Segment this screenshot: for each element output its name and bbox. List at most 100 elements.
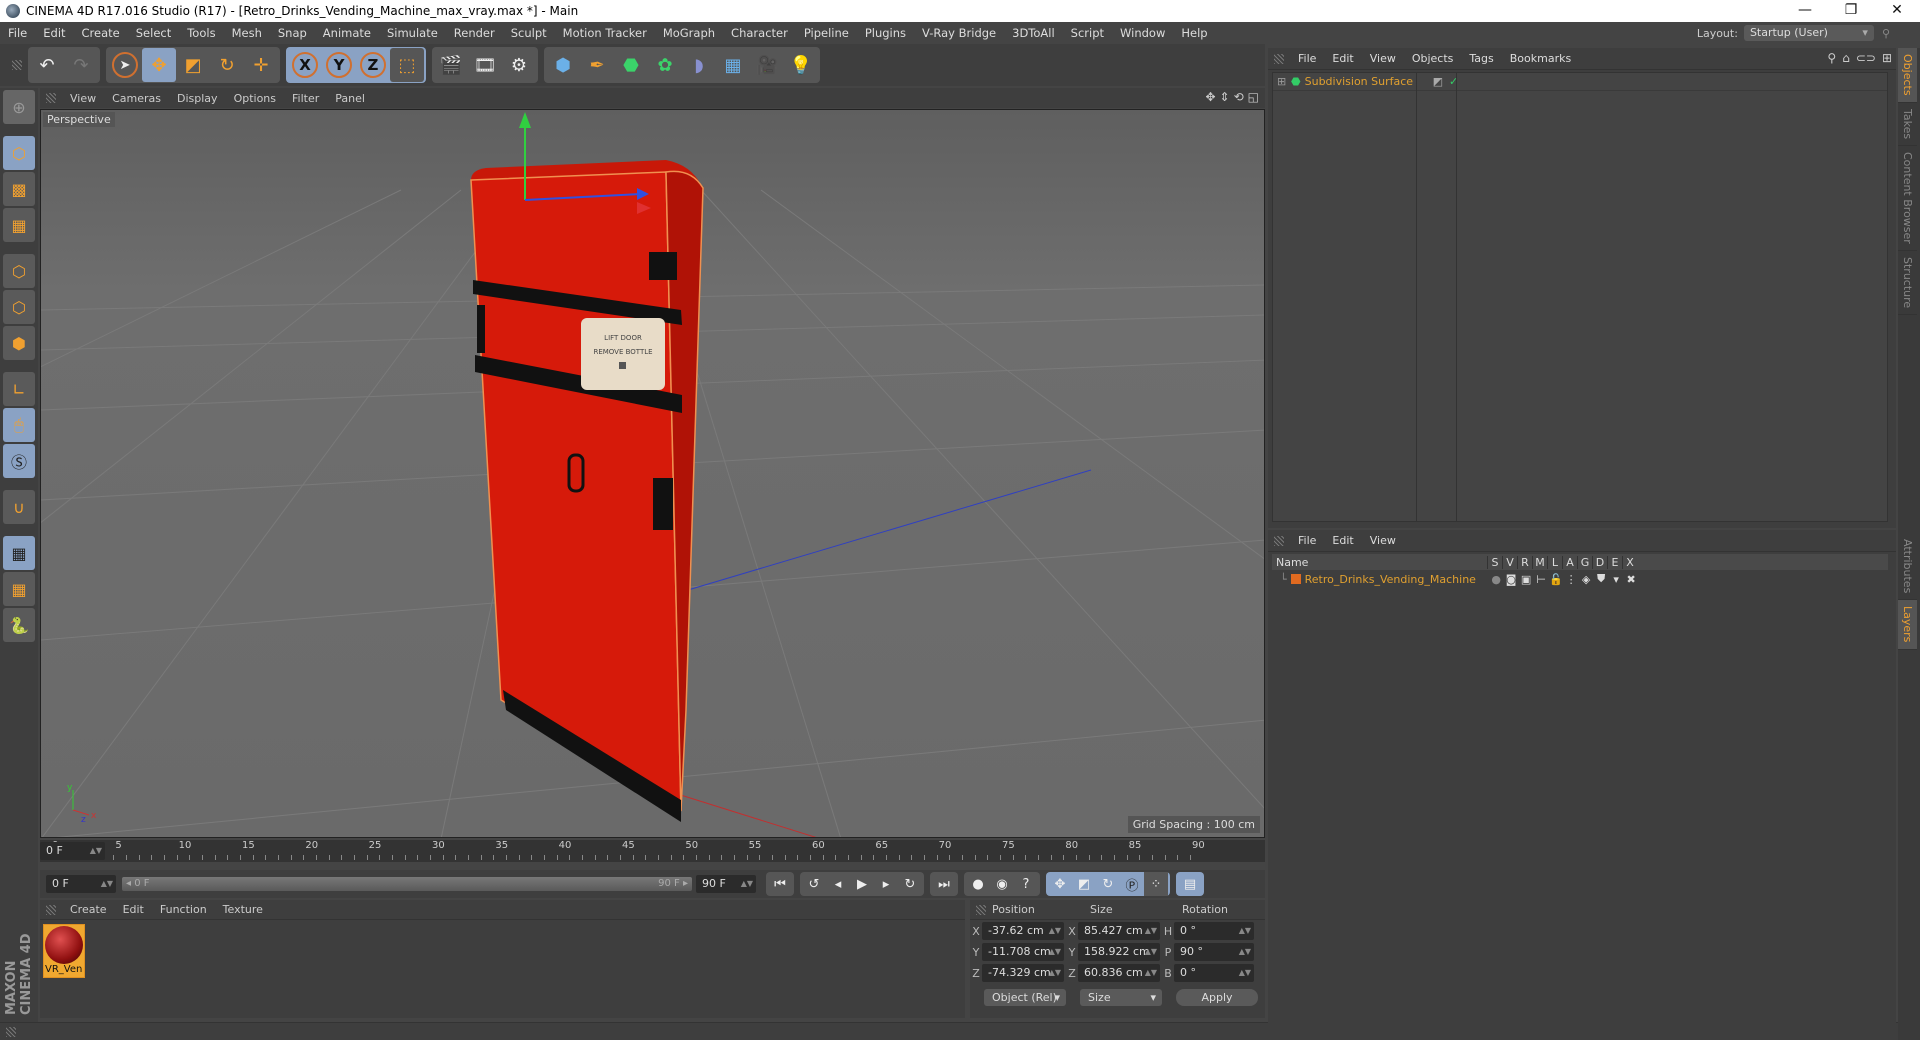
material-menu-function[interactable]: Function <box>152 903 215 916</box>
render-picture-viewer-icon[interactable]: 🎞 <box>468 48 502 82</box>
home-icon[interactable]: ⌂ <box>1842 51 1850 65</box>
workplane-icon[interactable]: ▦ <box>3 208 35 242</box>
menu-motion-tracker[interactable]: Motion Tracker <box>555 26 655 40</box>
key-scale-icon[interactable]: ◩ <box>1072 872 1096 896</box>
layout-dropdown[interactable]: Startup (User) <box>1743 25 1874 41</box>
go-to-end-icon[interactable]: ⏭ <box>932 872 956 896</box>
lock-workplane-icon[interactable]: ▦ <box>3 536 35 570</box>
viewport-menu-display[interactable]: Display <box>169 92 226 105</box>
rotation-h-field[interactable]: 0 ° ▲▼ <box>1174 922 1254 940</box>
rotation-p-field[interactable]: 90 ° ▲▼ <box>1174 943 1254 961</box>
previous-key-icon[interactable]: ↺ <box>802 872 826 896</box>
menu-help[interactable]: Help <box>1173 26 1215 40</box>
expand-icon[interactable]: ⊞ <box>1277 75 1287 88</box>
model-mode-icon[interactable]: ⬡ <box>3 136 35 170</box>
viewport-grip[interactable] <box>46 93 56 103</box>
move-icon[interactable]: ✥ <box>142 48 176 82</box>
toolbar-grip[interactable] <box>12 60 22 70</box>
floor-icon[interactable]: ▦ <box>716 48 750 82</box>
menu-vray-bridge[interactable]: V-Ray Bridge <box>914 26 1004 40</box>
menu-mesh[interactable]: Mesh <box>224 26 270 40</box>
undo-icon[interactable]: ↶ <box>30 48 64 82</box>
layer-render-icon[interactable]: ▣ <box>1519 573 1534 586</box>
menu-script[interactable]: Script <box>1063 26 1112 40</box>
key-rotation-icon[interactable]: ↻ <box>1096 872 1120 896</box>
edges-mode-icon[interactable]: ⬡ <box>3 290 35 324</box>
col-expressions[interactable]: E <box>1607 555 1622 569</box>
col-xref[interactable]: X <box>1622 555 1637 569</box>
select-icon[interactable]: ➤ <box>108 48 142 82</box>
tab-structure[interactable]: Structure <box>1898 251 1917 315</box>
col-deformers[interactable]: D <box>1592 555 1607 569</box>
menu-create[interactable]: Create <box>74 26 128 40</box>
material-menu-create[interactable]: Create <box>62 903 115 916</box>
layer-solo-icon[interactable]: ● <box>1489 573 1504 586</box>
autokey-icon[interactable]: ◉ <box>990 872 1014 896</box>
position-x-field[interactable]: -37.62 cm ▲▼ <box>982 922 1064 940</box>
redo-icon[interactable]: ↷ <box>64 48 98 82</box>
menu-render[interactable]: Render <box>446 26 503 40</box>
frame-range-slider[interactable]: ◂ 0 F 90 F ▸ <box>122 877 692 891</box>
tab-takes[interactable]: Takes <box>1898 103 1917 146</box>
timeline-ruler[interactable]: 051015202530354045505560657075808590 <box>48 840 1205 862</box>
objects-menu-edit[interactable]: Edit <box>1324 52 1361 65</box>
cube-icon[interactable]: ⬢ <box>546 48 580 82</box>
material-swatch[interactable]: VR_Ven <box>43 924 85 978</box>
tweak-icon[interactable]: 🖱 <box>3 408 35 442</box>
menu-pipeline[interactable]: Pipeline <box>796 26 857 40</box>
python-icon[interactable]: 🐍 <box>3 608 35 642</box>
x-axis-lock-icon[interactable]: X <box>288 48 322 82</box>
viewport-menu-cameras[interactable]: Cameras <box>104 92 169 105</box>
search-icon[interactable]: ⚲ <box>1882 27 1890 40</box>
layers-menu-file[interactable]: File <box>1290 534 1324 547</box>
z-axis-lock-icon[interactable]: Z <box>356 48 390 82</box>
previous-frame-icon[interactable]: ◂ <box>826 872 850 896</box>
rotate-icon[interactable]: ↻ <box>210 48 244 82</box>
layer-color-swatch[interactable] <box>1290 574 1301 584</box>
layer-row[interactable]: └ Retro_Drinks_Vending_Machine ● ◙ ▣ ⊢ 🔓… <box>1272 571 1888 587</box>
objects-menu-objects[interactable]: Objects <box>1404 52 1462 65</box>
menu-3dtoall[interactable]: 3DToAll <box>1004 26 1063 40</box>
dolly-view-icon[interactable]: ⇕ <box>1220 90 1230 104</box>
layers-menu-edit[interactable]: Edit <box>1324 534 1361 547</box>
minimize-button[interactable]: — <box>1782 0 1828 22</box>
planar-workplane-icon[interactable]: ▦ <box>3 572 35 606</box>
key-parameter-icon[interactable]: Ⓟ <box>1120 872 1144 896</box>
tab-objects[interactable]: Objects <box>1898 48 1917 103</box>
viewport-menu-view[interactable]: View <box>62 92 104 105</box>
next-key-icon[interactable]: ↻ <box>898 872 922 896</box>
coords-grip[interactable] <box>976 904 986 915</box>
position-y-field[interactable]: -11.708 cm ▲▼ <box>982 943 1064 961</box>
go-to-start-icon[interactable]: ⏮ <box>768 872 792 896</box>
new-window-icon[interactable]: ⊞ <box>1882 51 1892 65</box>
menu-snap[interactable]: Snap <box>270 26 315 40</box>
size-mode-dropdown[interactable]: Size ▾ <box>1080 988 1162 1006</box>
object-manager-grip[interactable] <box>1274 53 1284 64</box>
timeline-window-icon[interactable]: ▤ <box>1178 872 1202 896</box>
coordinate-mode-dropdown[interactable]: Object (Rel) ▾ <box>984 988 1066 1006</box>
polygons-mode-icon[interactable]: ⬢ <box>3 326 35 360</box>
layer-expressions-icon[interactable]: ▾ <box>1609 573 1624 586</box>
next-frame-icon[interactable]: ▸ <box>874 872 898 896</box>
menu-tools[interactable]: Tools <box>179 26 223 40</box>
key-position-icon[interactable]: ✥ <box>1048 872 1072 896</box>
cloner-icon[interactable]: ✿ <box>648 48 682 82</box>
viewport-menu-options[interactable]: Options <box>226 92 284 105</box>
layer-manager-grip[interactable] <box>1274 535 1284 546</box>
light-icon[interactable]: 💡 <box>784 48 818 82</box>
menu-character[interactable]: Character <box>723 26 796 40</box>
axis-icon[interactable]: ∟ <box>3 372 35 406</box>
menu-mograph[interactable]: MoGraph <box>655 26 723 40</box>
menu-file[interactable]: File <box>0 26 35 40</box>
objects-menu-view[interactable]: View <box>1362 52 1404 65</box>
link-icon[interactable]: ⊂⊃ <box>1856 51 1876 65</box>
timeline[interactable]: 051015202530354045505560657075808590 0 F… <box>40 840 1265 862</box>
material-menu-edit[interactable]: Edit <box>115 903 152 916</box>
layer-generators-icon[interactable]: ◈ <box>1579 573 1594 586</box>
live-transform-icon[interactable]: ✛ <box>244 48 278 82</box>
soft-selection-icon[interactable]: Ⓢ <box>3 444 35 478</box>
objects-menu-bookmarks[interactable]: Bookmarks <box>1502 52 1579 65</box>
render-view-icon[interactable]: 🎬 <box>434 48 468 82</box>
start-frame-field[interactable]: 0 F ▲▼ <box>46 875 116 893</box>
col-render[interactable]: R <box>1517 555 1532 569</box>
